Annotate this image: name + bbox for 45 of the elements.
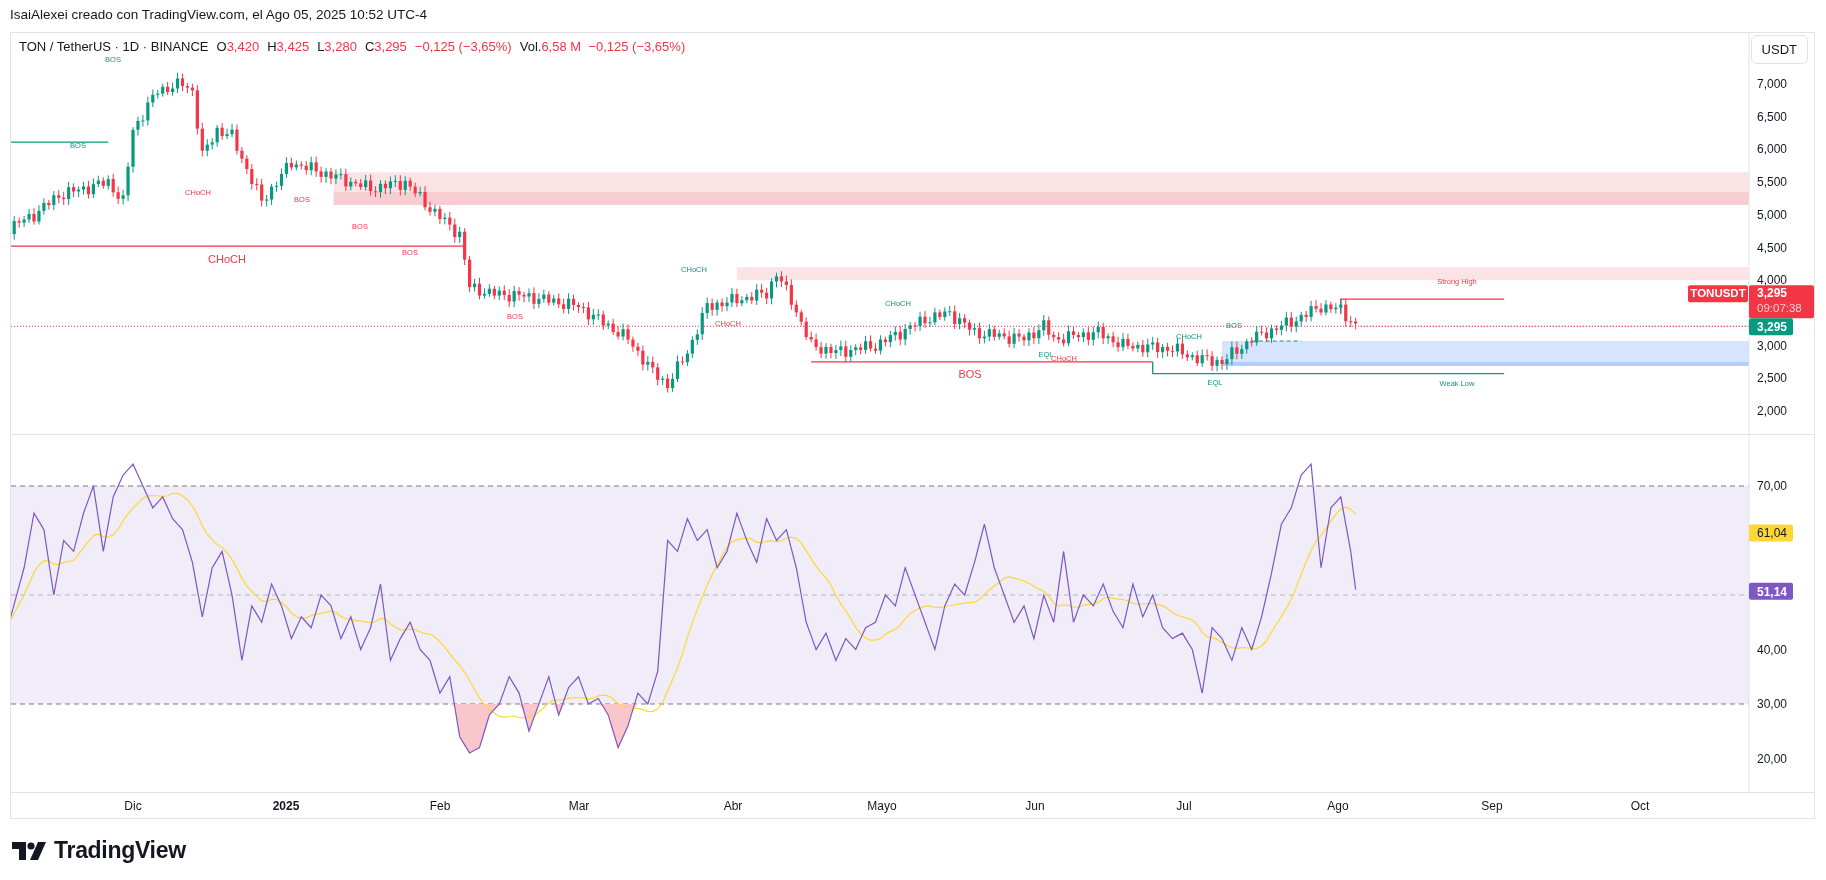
oversold-fill (598, 704, 638, 748)
rsi-axis-label: 40,00 (1757, 642, 1788, 657)
oversold-fill (449, 704, 500, 754)
symbol-label: TONUSDT (1688, 285, 1748, 303)
volume-value: Vol.6,58 M −0,125 (−3,65%) (519, 39, 686, 54)
time-axis-label: Dic (124, 799, 142, 813)
price-axis-label: 2,000 (1757, 404, 1788, 418)
logo-icon (12, 841, 46, 860)
ohlc-value: L3,280 (317, 39, 357, 54)
price-axis-label: 2,500 (1757, 371, 1788, 386)
brand-name: TradingView (54, 837, 186, 864)
time-axis-label: Jul (1176, 799, 1192, 813)
price-axis-label: 4,500 (1757, 240, 1788, 255)
price-axis-label: 6,000 (1757, 142, 1788, 157)
rsi-axis-label: 30,00 (1757, 697, 1788, 711)
time-axis-label: Mar (568, 799, 590, 813)
rsi-axis-label: 70,00 (1757, 479, 1788, 493)
price-axis-label: 5,000 (1757, 207, 1788, 222)
close-price-badge: 3,295 (1749, 318, 1793, 336)
price-change: −0,125 (−3,65%) (414, 39, 512, 54)
time-axis-label: Oct (1630, 799, 1650, 813)
ohlc-value: C3,295 (364, 39, 407, 54)
price-axis-label: 3,000 (1757, 338, 1788, 353)
rsi-ma-badge: 61,04 (1749, 524, 1793, 542)
time-axis-label: Jun (1025, 799, 1045, 813)
time-axis-label: Abr (723, 799, 743, 813)
time-axis-label: Mayo (867, 799, 897, 813)
rsi-axis-label: 20,00 (1757, 751, 1788, 766)
chart-caption: IsaiAlexei creado con TradingView.com, el Ago 05, 2025 10:52 UTC-4 (9, 6, 428, 24)
price-axis-label: 7,000 (1757, 77, 1788, 91)
structure-label: BOS (958, 368, 982, 380)
price-axis-label: 4,000 (1757, 273, 1788, 288)
price-axis-label: 5,500 (1757, 175, 1788, 190)
symbol-title: TON / TetherUS · 1D · BINANCE (19, 39, 209, 54)
rsi-value-badge: 51,14 (1749, 582, 1793, 600)
structure-label: CHoCH (208, 253, 246, 265)
time-axis-label: Sep (1481, 799, 1503, 813)
time-axis-label: Feb (429, 799, 451, 813)
time-axis-label: Ago (1327, 799, 1349, 813)
ohlc-value: H3,425 (267, 39, 310, 54)
time-axis-label: 2025 (272, 799, 300, 813)
price-axis-label: 6,500 (1757, 109, 1788, 124)
ohlc-value: O3,420 (216, 39, 260, 54)
currency-button[interactable]: USDT (1750, 35, 1808, 64)
price-badge: 3,295 09:07:38 (1749, 285, 1814, 319)
